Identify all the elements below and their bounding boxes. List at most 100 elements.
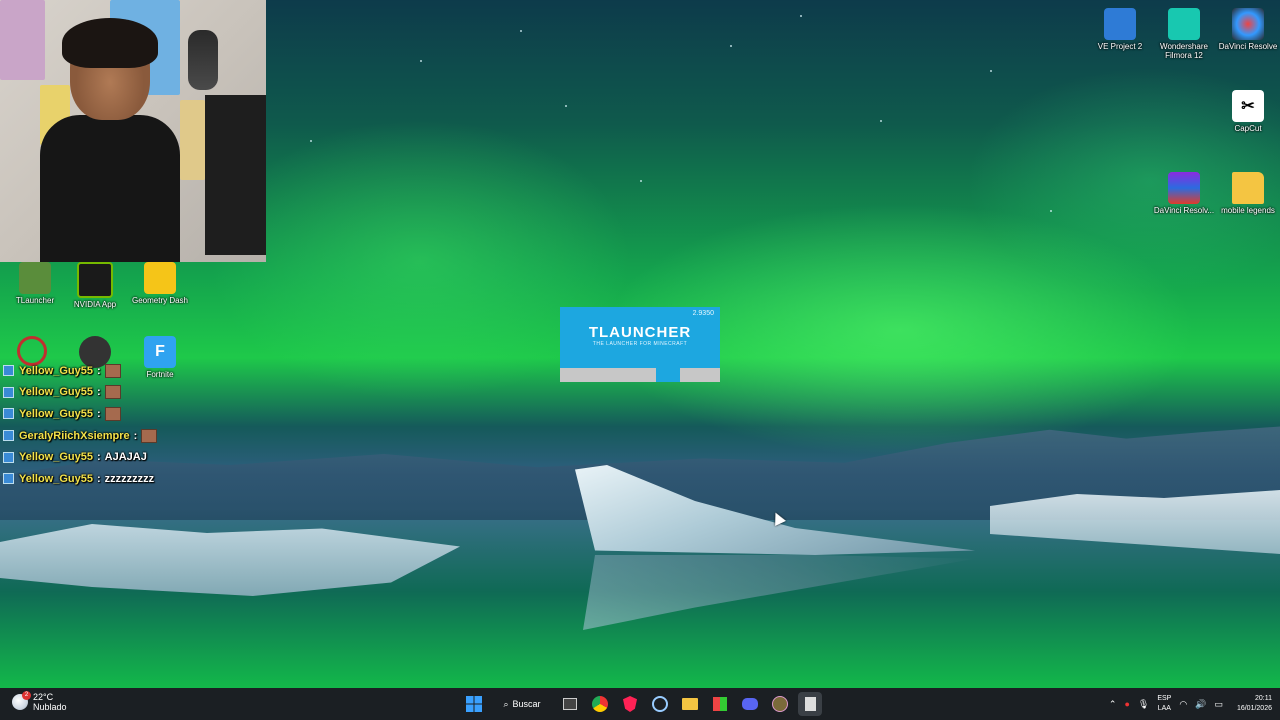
language-indicator[interactable]: ESP LAA (1157, 694, 1171, 714)
video-project-icon (1104, 8, 1136, 40)
stream-chat-overlay: Yellow_Guy55: Yellow_Guy55: Yellow_Guy55: G… (3, 360, 263, 490)
chat-username: GeralyRiichXsiempre (19, 429, 130, 442)
store-icon[interactable] (708, 692, 732, 716)
chat-separator: : (96, 407, 101, 420)
desktop-icon-label: Geometry Dash (131, 296, 189, 305)
chat-username: Yellow_Guy55 (19, 386, 93, 399)
desktop-icon-label: DaVinci Resolv... (1153, 206, 1215, 215)
tlauncher-progress-fill (656, 368, 680, 382)
desktop-icon-filmora[interactable]: Wondershare Filmora 12 (1149, 8, 1219, 60)
taskbar: 22°C Nublado ⌕ Buscar ⌃ ● 🎙 ESP LAA ◠ 🔊 … (0, 688, 1280, 720)
ice-floe-right (990, 490, 1280, 554)
weather-condition: Nublado (33, 702, 67, 712)
desktop-icon-label: DaVinci Resolve (1218, 42, 1278, 51)
chat-badge-icon (3, 408, 14, 420)
star (565, 105, 567, 107)
language-line-1: ESP (1157, 695, 1172, 702)
antivirus-icon[interactable]: ● (1124, 699, 1129, 709)
clock[interactable]: 20:11 16/01/2026 (1237, 694, 1272, 714)
star (520, 30, 522, 32)
davinci-resolve-icon (1232, 8, 1264, 40)
tlauncher-progress-bar (560, 368, 720, 382)
chat-message: GeralyRiichXsiempre: (3, 425, 263, 447)
tlauncher-subtitle: THE LAUNCHER FOR MINECRAFT (592, 341, 688, 347)
streamer-hair (62, 18, 158, 68)
windows-start-icon[interactable] (462, 692, 486, 716)
monitor (205, 95, 266, 255)
chat-text: zzzzzzzzz (104, 472, 155, 485)
minecraft-icon[interactable] (768, 692, 792, 716)
cloud-icon (12, 691, 31, 710)
chat-username: Yellow_Guy55 (19, 364, 93, 377)
chat-separator: : (96, 364, 101, 377)
discord-icon[interactable] (738, 692, 762, 716)
search-label: Buscar (512, 699, 541, 709)
chat-username: Yellow_Guy55 (19, 472, 93, 485)
chat-emote-icon (104, 385, 121, 400)
tlauncher-icon (19, 262, 51, 294)
desktop-icon-capcut[interactable]: ✂ CapCut (1213, 90, 1280, 133)
chat-message: Yellow_Guy55: (3, 382, 263, 404)
chat-separator: : (133, 429, 138, 442)
wifi-icon[interactable]: ◠ (1179, 699, 1187, 710)
steam-icon[interactable] (648, 692, 672, 716)
filmora-icon (1168, 8, 1200, 40)
microphone (188, 30, 218, 90)
weather-widget[interactable]: 22°C Nublado (12, 691, 67, 712)
desktop-icon-label: NVIDIA App (73, 300, 117, 309)
desktop: TLauncher NVIDIA App Geometry Dash F For… (0, 0, 1280, 688)
ice-floe-left (0, 524, 460, 596)
chat-separator: : (96, 451, 101, 464)
system-tray: ⌃ ● 🎙 ESP LAA ◠ 🔊 ▭ 20:11 16/01/2026 (1109, 688, 1272, 720)
star (640, 180, 642, 182)
desktop-icon-label: Wondershare Filmora 12 (1160, 42, 1208, 60)
winrar-icon (1168, 172, 1200, 204)
geometry-dash-icon (144, 262, 176, 294)
notepad-icon[interactable] (798, 692, 822, 716)
microphone-icon[interactable]: 🎙 (1138, 699, 1149, 710)
desktop-icon-geometry-dash[interactable]: Geometry Dash (125, 262, 195, 305)
chat-badge-icon (3, 430, 14, 442)
star (880, 120, 882, 122)
file-explorer-icon[interactable] (678, 692, 702, 716)
search-button[interactable]: ⌕ Buscar (492, 692, 552, 716)
volume-icon[interactable]: 🔊 (1195, 699, 1206, 710)
chat-badge-icon (3, 365, 14, 377)
language-line-2: LAA (1157, 705, 1171, 712)
task-view-icon[interactable] (558, 692, 582, 716)
battery-icon[interactable]: ▭ (1214, 699, 1223, 710)
taskbar-apps: ⌕ Buscar (462, 688, 822, 720)
chat-badge-icon (3, 386, 14, 398)
chat-separator: : (96, 472, 101, 485)
chat-username: Yellow_Guy55 (19, 407, 93, 420)
desktop-icon-davinci-resolve[interactable]: DaVinci Resolve (1213, 8, 1280, 51)
chat-message: Yellow_Guy55: (3, 360, 263, 382)
clock-time: 20:11 (1255, 695, 1272, 702)
clock-date: 16/01/2026 (1236, 705, 1272, 712)
streamer-body (40, 115, 180, 262)
chevron-up-icon[interactable]: ⌃ (1109, 699, 1117, 710)
chat-username: Yellow_Guy55 (19, 451, 93, 464)
tlauncher-splash: 2.9350 TLAUNCHER THE LAUNCHER FOR MINECR… (560, 307, 720, 382)
chat-message: Yellow_Guy55: (3, 403, 263, 425)
desktop-icon-ve-project[interactable]: VE Project 2 (1085, 8, 1155, 51)
iceberg-reflection (583, 555, 975, 630)
webcam-overlay (0, 0, 266, 262)
chat-emote-icon (104, 406, 121, 421)
folder-icon (1232, 172, 1264, 204)
desktop-icon-label: CapCut (1234, 124, 1262, 133)
desktop-icon-mobile-legends[interactable]: mobile legends (1213, 172, 1280, 215)
search-icon: ⌕ (503, 698, 509, 709)
tlauncher-version: 2.9350 (692, 310, 714, 317)
desktop-icon-winrar[interactable]: DaVinci Resolv... (1149, 172, 1219, 215)
chrome-icon[interactable] (588, 692, 612, 716)
star (1050, 210, 1052, 212)
star (420, 60, 422, 62)
chat-badge-icon (3, 451, 14, 463)
desktop-icon-label: mobile legends (1221, 206, 1275, 215)
chat-message: Yellow_Guy55: zzzzzzzzz (3, 468, 263, 490)
chat-emote-icon (141, 428, 158, 443)
desktop-icon-nvidia[interactable]: NVIDIA App (60, 262, 130, 309)
brave-icon[interactable] (618, 692, 642, 716)
nvidia-icon (77, 262, 113, 298)
